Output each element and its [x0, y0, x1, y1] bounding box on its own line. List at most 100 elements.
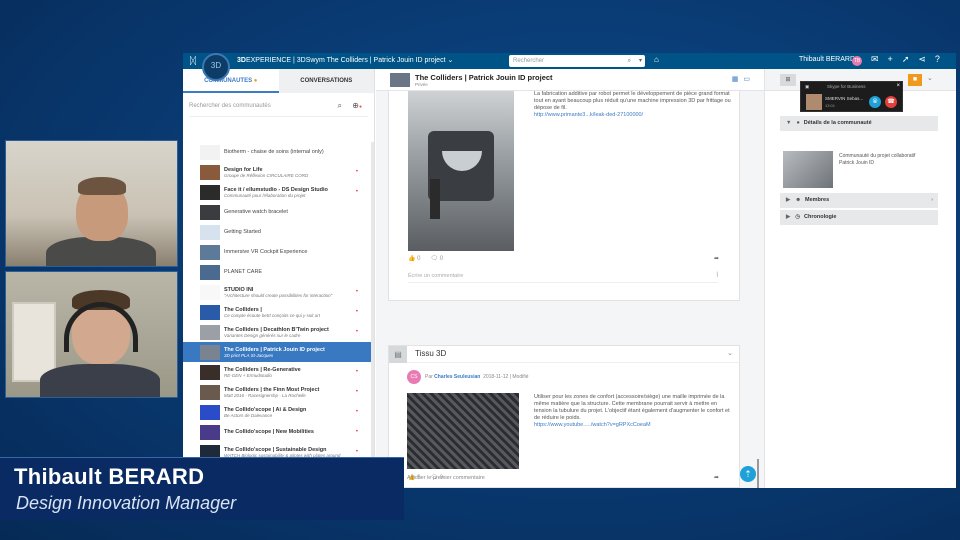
community-text: Immersive VR Cockpit Experience	[224, 249, 364, 255]
list-item[interactable]: Generative watch bracelet	[183, 202, 374, 222]
scrollbar[interactable]	[757, 459, 759, 488]
tab-communities[interactable]: COMMUNAUTES ●	[183, 69, 279, 93]
list-item[interactable]: Face it / ellumstudio - DS Design Studio…	[183, 182, 374, 202]
list-item[interactable]: Getting Started	[183, 222, 374, 242]
post-card: La fabrication additive par robot permet…	[388, 91, 740, 301]
attach-icon[interactable]: ⌇	[716, 271, 719, 279]
community-thumbnail	[200, 224, 220, 240]
list-item[interactable]: Biotherm - chaise de soins (internal onl…	[183, 142, 374, 162]
list-item[interactable]: The Colliders | Decathlon B'Twin project…	[183, 322, 374, 342]
grid-view-icon[interactable]: ▦	[732, 75, 739, 83]
list-item[interactable]: Design for Life Groupe de Réflexion CIRCU…	[183, 162, 374, 182]
search-icon[interactable]: ⌕	[338, 95, 342, 117]
community-thumbnail	[200, 384, 220, 400]
details-panel: ⊞ ■ ⌄ ▼ ● Détails de la communauté Communa…	[764, 69, 956, 488]
post-image[interactable]	[408, 91, 514, 251]
tag-icon[interactable]: ⌂	[654, 55, 659, 64]
chevron-down-icon[interactable]: ▾	[639, 55, 642, 67]
help-icon[interactable]: ?	[935, 54, 940, 65]
list-item[interactable]: PLANET CARE	[183, 262, 374, 282]
community-title: Biotherm - chaise de soins (internal onl…	[224, 149, 324, 155]
call-time: 13:01	[825, 103, 836, 108]
list-item[interactable]: The Colliders | Re-Generative RE-GEN + Er…	[183, 362, 374, 382]
post-type-icon: ▤	[389, 346, 407, 363]
end-call-button[interactable]: ☎	[885, 96, 897, 108]
community-text: The Colliders | the Finn Most Project Mat…	[224, 387, 364, 398]
post-date: 2018-11-12 | Modifié	[483, 374, 529, 380]
info-icon: ●	[796, 120, 800, 126]
community-text: The Colliders | Decathlon B'Twin project…	[224, 327, 364, 338]
compass-icon[interactable]: 3D	[202, 53, 230, 81]
participant-body	[46, 237, 156, 266]
notifications-icon[interactable]: ✉	[871, 54, 879, 65]
avatar[interactable]: CS	[407, 370, 421, 384]
list-item[interactable]: The Colliders | the Finn Most Project Mat…	[183, 382, 374, 402]
list-item[interactable]: The Collido'scope | New Mobilities •	[183, 422, 374, 442]
post-link[interactable]: https://www.youtube...../watch?v=gRPXcCo…	[534, 422, 651, 428]
communities-panel: COMMUNAUTES ● CONVERSATIONS Rechercher d…	[183, 69, 375, 488]
chevron-down-icon[interactable]: ⌄	[727, 349, 733, 357]
post-text: La fabrication additive par robot permet…	[534, 91, 731, 118]
bookmark-button[interactable]: ■	[908, 74, 922, 86]
unread-dot-icon: •	[355, 189, 358, 195]
tab-conversations[interactable]: CONVERSATIONS	[278, 69, 374, 93]
post-author-line: Par Charles Seuleusian 2018-11-12 | Modi…	[425, 374, 529, 380]
community-title: Generative watch bracelet	[224, 209, 288, 215]
mute-button[interactable]: ⦾	[869, 96, 881, 108]
community-subtitle: "Architecture should create possibilitie…	[224, 292, 333, 298]
share-icon[interactable]: ➚	[902, 54, 910, 65]
like-button[interactable]: 👍 0	[408, 255, 420, 262]
show-comments-link[interactable]: Afficher le premier commentaire	[407, 475, 485, 486]
community-thumbnail	[200, 144, 220, 160]
network-icon[interactable]: ⋖	[918, 54, 926, 65]
skype-icon: ▣	[805, 84, 810, 89]
add-community-icon[interactable]: ⊕●	[352, 95, 362, 118]
add-icon[interactable]: +	[888, 54, 893, 65]
headset	[64, 302, 138, 352]
community-thumbnail	[390, 73, 410, 87]
share-icon[interactable]: ➦	[714, 255, 719, 262]
community-subtitle: Groupe de Réflexion CIRCULAIRE CORD	[224, 172, 309, 178]
community-thumbnail	[200, 324, 220, 340]
3dexperience-window: ᛞ 3DEXPERIENCE | 3DSwym The Colliders | …	[183, 53, 956, 488]
webcam-tile-2	[5, 271, 178, 398]
author-link[interactable]: Charles Seuleusian	[434, 374, 480, 380]
members-icon: ☻	[795, 197, 802, 203]
post-title[interactable]: Tissu 3D	[415, 349, 446, 358]
search-input[interactable]: Rechercher ⌕ ▾	[509, 55, 645, 67]
close-icon[interactable]: ×	[896, 83, 900, 89]
list-item[interactable]: The Collido'scope | Ai & Design Be Actors…	[183, 402, 374, 422]
list-item[interactable]: The Colliders | Ce compte écoute betrt co…	[183, 302, 374, 322]
community-text: The Collido'scope | Sustainable Design WA…	[224, 447, 364, 458]
list-item[interactable]: The Colliders | Patrick Jouin ID project…	[183, 342, 374, 362]
community-subtitle: RE-GEN + Ermudstudio	[224, 372, 272, 378]
comment-count[interactable]: 🗨 0	[430, 255, 443, 262]
list-item[interactable]: Immersive VR Cockpit Experience	[183, 242, 374, 262]
search-icon[interactable]: ⌕	[628, 55, 631, 67]
list-item[interactable]: STUDIO INI "Architecture should create po…	[183, 282, 374, 302]
scrollbar[interactable]	[371, 142, 374, 482]
post-link[interactable]: http://www.primante3...k/leak-ded-271000…	[534, 112, 643, 118]
community-subtitle: Matt 2016 - Racesignershp - La Rochelle	[224, 392, 306, 398]
community-thumbnail	[783, 151, 833, 188]
details-section-header[interactable]: ▼ ● Détails de la communauté	[780, 116, 938, 131]
chat-icon[interactable]: ▭	[743, 75, 750, 83]
chevron-down-icon[interactable]: ⌄	[927, 74, 933, 82]
info-button[interactable]: ⊞	[780, 74, 796, 86]
post-image[interactable]	[407, 393, 519, 469]
community-header: The Colliders | Patrick Jouin ID project…	[376, 69, 764, 91]
ds-logo-icon[interactable]: ᛞ	[185, 56, 201, 67]
avatar[interactable]: TB	[852, 56, 862, 66]
community-text: Generative watch bracelet	[224, 209, 364, 215]
community-text: The Collido'scope | Ai & Design Be Actors…	[224, 407, 364, 418]
members-section-header[interactable]: ▶ ☻ Membres ›	[780, 193, 938, 208]
timeline-section-header[interactable]: ▶ ◷ Chronologie	[780, 210, 938, 225]
community-search-input[interactable]: Rechercher des communautés ⌕ ⊕●	[189, 95, 368, 117]
community-subtitle: Ce compte écoute betrt conçoits ce qui y…	[224, 312, 321, 318]
comment-input[interactable]: Écrire un commentaire	[408, 273, 718, 283]
community-thumbnail	[200, 364, 220, 380]
scroll-top-button[interactable]: ⇡	[740, 466, 756, 482]
user-name[interactable]: Thibault BERARD	[799, 56, 855, 63]
participant-body	[40, 364, 160, 397]
share-icon[interactable]: ➦	[714, 474, 719, 481]
